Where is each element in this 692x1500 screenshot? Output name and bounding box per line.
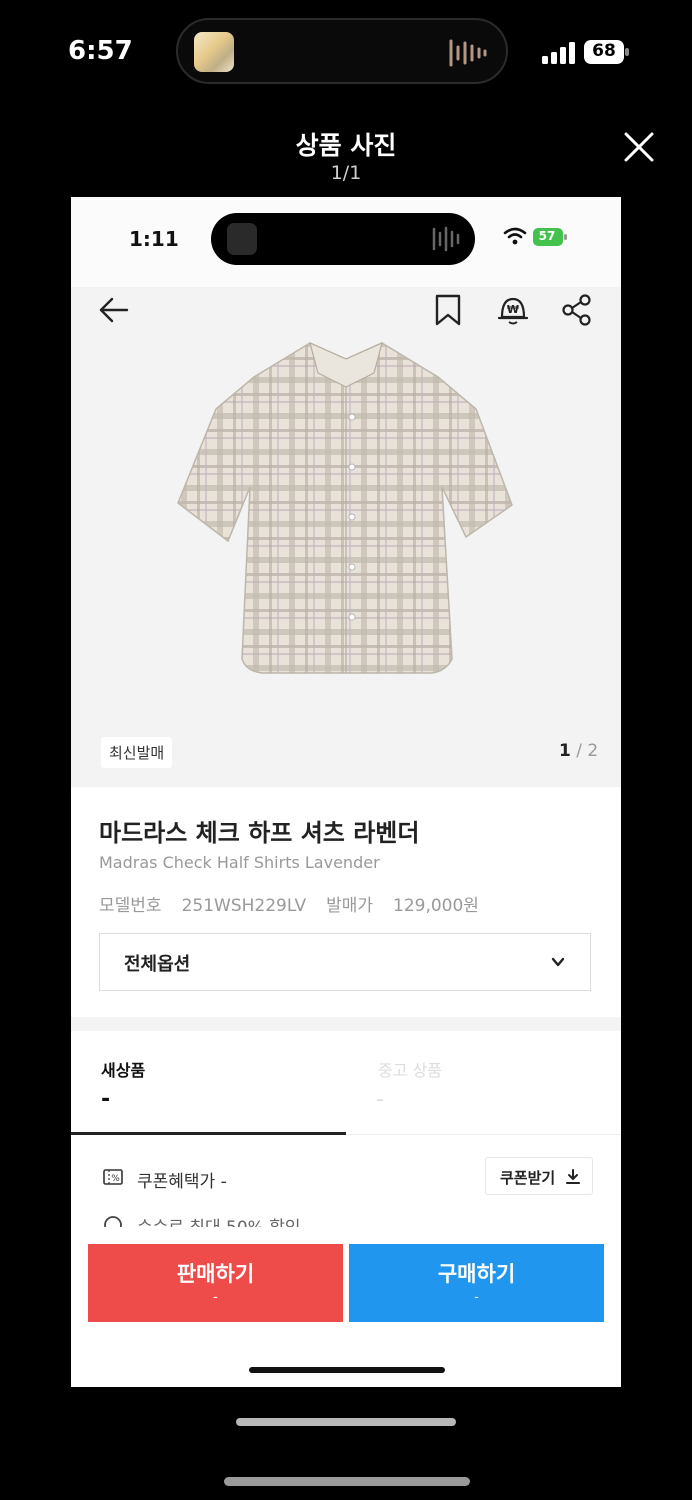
product-name: 마드라스 체크 하프 셔츠 라벤더 (99, 819, 420, 847)
get-coupon-label: 쿠폰받기 (500, 1169, 556, 1187)
model-number: 251WSH229LV (181, 896, 307, 916)
product-image-shirt[interactable] (176, 337, 516, 699)
inner-home-indicator (249, 1367, 445, 1373)
option-select-label: 전체옵션 (124, 954, 191, 975)
image-pager: 1 / 2 (559, 741, 598, 761)
model-label: 모델번호 (99, 896, 162, 916)
tab-used-value: - (376, 1087, 384, 1112)
sell-button[interactable]: 판매하기 - (88, 1244, 343, 1322)
price-alert-won-icon[interactable]: ₩ (496, 293, 530, 327)
sell-button-price: - (213, 1290, 218, 1305)
inner-status-time: 1:11 (129, 227, 179, 251)
inner-waveform-icon (432, 226, 460, 252)
inner-status-bar: 1:11 57 (71, 197, 621, 287)
section-divider (71, 1017, 621, 1031)
battery-level: 68 (592, 41, 616, 61)
pager-separator: / (570, 741, 588, 761)
tab-used-product[interactable]: 중고 상품 - (346, 1031, 621, 1135)
viewer-scroll-indicator (236, 1418, 456, 1426)
buy-button[interactable]: 구매하기 - (349, 1244, 604, 1322)
viewer-title: 상품 사진 (295, 131, 397, 160)
pager-total: 2 (587, 741, 599, 761)
now-playing-artwork (194, 32, 234, 72)
tab-new-value: - (101, 1087, 111, 1112)
bookmark-icon[interactable] (433, 293, 463, 327)
coupon-icon: % (103, 1169, 123, 1185)
audio-waveform-icon (449, 39, 487, 67)
download-icon (566, 1169, 580, 1184)
home-indicator[interactable] (224, 1477, 470, 1486)
cellular-signal-icon (542, 42, 575, 64)
bottom-action-bar: 판매하기 - 구매하기 - (71, 1227, 621, 1387)
inner-battery-indicator: 57 (533, 228, 567, 246)
tab-new-label: 새상품 (101, 1061, 146, 1080)
price-label: 발매가 (326, 896, 373, 916)
close-icon[interactable] (620, 128, 658, 166)
new-release-badge: 최신발매 (101, 737, 173, 768)
product-screenshot: 1:11 57 ₩ 최신발매 1 / 2 마드라스 체크 하프 셔츠 라벤더 M… (71, 197, 621, 1387)
share-icon[interactable] (561, 293, 593, 327)
svg-text:%: % (111, 1174, 120, 1184)
option-select[interactable]: 전체옵션 (99, 933, 591, 991)
svg-text:₩: ₩ (507, 303, 519, 316)
inner-battery-level: 57 (538, 229, 556, 243)
outer-status-bar: 6:57 68 (0, 0, 692, 110)
tab-used-label: 중고 상품 (378, 1061, 442, 1080)
status-time: 6:57 (68, 36, 133, 66)
chevron-down-icon (551, 957, 565, 967)
battery-indicator: 68 (584, 40, 630, 64)
product-info: 모델번호 251WSH229LV 발매가 129,000원 (99, 891, 499, 916)
tab-new-product[interactable]: 새상품 - (71, 1031, 346, 1135)
release-price: 129,000원 (393, 896, 479, 916)
back-arrow-icon[interactable] (97, 293, 131, 327)
get-coupon-button[interactable]: 쿠폰받기 (485, 1157, 593, 1195)
photo-counter: 1/1 (330, 162, 362, 184)
product-name-en: Madras Check Half Shirts Lavender (99, 853, 380, 872)
inner-dynamic-island (211, 213, 475, 265)
wifi-icon (503, 227, 527, 245)
sell-button-label: 판매하기 (176, 1262, 255, 1286)
coupon-price-text: 쿠폰혜택가 - (137, 1172, 227, 1192)
coupon-row: % 쿠폰혜택가 - 쿠폰받기 (71, 1147, 621, 1207)
inner-island-artwork (227, 223, 257, 255)
buy-button-label: 구매하기 (437, 1262, 516, 1286)
dynamic-island[interactable] (176, 18, 508, 84)
buy-button-price: - (474, 1290, 479, 1305)
pager-current: 1 (559, 741, 571, 761)
